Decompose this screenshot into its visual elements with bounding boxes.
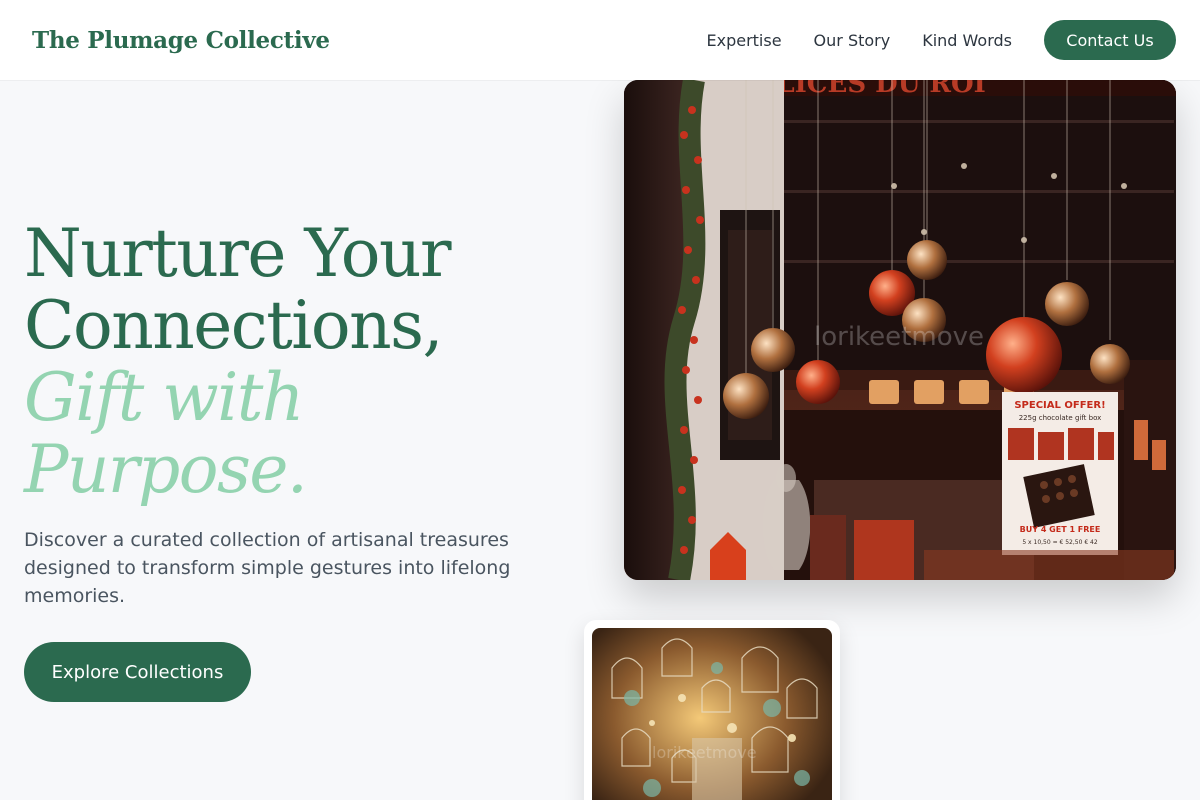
hero-accent-line-2: Purpose. bbox=[24, 431, 308, 508]
hero-title: Nurture Your Connections, Gift with Purp… bbox=[24, 218, 584, 506]
hero-title-line-2: Connections, bbox=[24, 287, 444, 364]
poster-offer: BUY 4 GET 1 FREE bbox=[1020, 525, 1101, 534]
main-nav: Expertise Our Story Kind Words Contact U… bbox=[674, 20, 1176, 60]
nav-link-our-story[interactable]: Our Story bbox=[814, 31, 891, 50]
site-header: The Plumage Collective Expertise Our Sto… bbox=[0, 0, 1200, 80]
poster-subheading: 225g chocolate gift box bbox=[1019, 414, 1102, 422]
explore-collections-button[interactable]: Explore Collections bbox=[24, 642, 251, 702]
nav-link-expertise[interactable]: Expertise bbox=[706, 31, 781, 50]
secondary-photo: lorikeetmove bbox=[592, 628, 832, 800]
hero-main-photo: DÉLICES DU ROI SPECIAL OFFER! 225g choco… bbox=[624, 80, 1176, 580]
nav-link-kind-words[interactable]: Kind Words bbox=[922, 31, 1012, 50]
hero-description: Discover a curated collection of artisan… bbox=[24, 529, 511, 607]
poster-price: 5 x 10,50 = € 52,50 € 42 bbox=[1022, 539, 1098, 546]
brand-logo[interactable]: The Plumage Collective bbox=[32, 27, 330, 54]
poster-heading: SPECIAL OFFER! bbox=[1014, 400, 1105, 411]
secondary-photo-watermark: lorikeetmove bbox=[652, 743, 757, 762]
shop-window-illustration: DÉLICES DU ROI SPECIAL OFFER! 225g choco… bbox=[624, 80, 1176, 580]
contact-us-button[interactable]: Contact Us bbox=[1044, 20, 1176, 60]
lantern-market-illustration: lorikeetmove bbox=[592, 628, 832, 800]
hero-accent-line-1: Gift with bbox=[24, 359, 304, 436]
hero-title-line-1: Nurture Your bbox=[24, 215, 452, 292]
photo-watermark: lorikeetmove bbox=[814, 322, 984, 352]
secondary-photo-card: lorikeetmove bbox=[584, 620, 840, 800]
